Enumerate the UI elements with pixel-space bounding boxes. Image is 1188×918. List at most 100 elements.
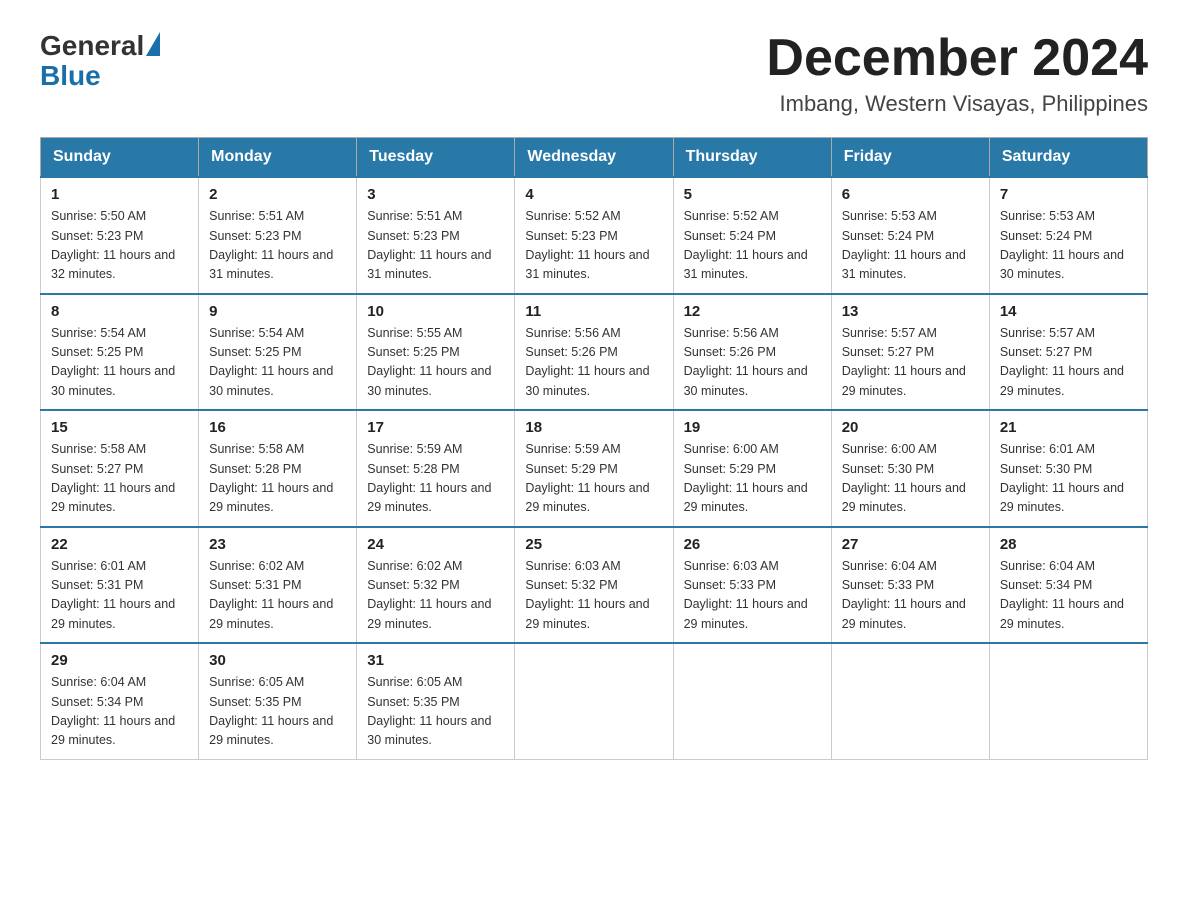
calendar-cell: 15 Sunrise: 5:58 AM Sunset: 5:27 PM Dayl… — [41, 410, 199, 527]
day-number: 3 — [367, 186, 504, 203]
calendar-cell: 27 Sunrise: 6:04 AM Sunset: 5:33 PM Dayl… — [831, 527, 989, 644]
calendar-cell: 14 Sunrise: 5:57 AM Sunset: 5:27 PM Dayl… — [989, 294, 1147, 411]
calendar-cell: 12 Sunrise: 5:56 AM Sunset: 5:26 PM Dayl… — [673, 294, 831, 411]
day-number: 21 — [1000, 419, 1137, 436]
day-info: Sunrise: 5:53 AM Sunset: 5:24 PM Dayligh… — [1000, 207, 1137, 285]
day-number: 27 — [842, 536, 979, 553]
day-info: Sunrise: 6:03 AM Sunset: 5:32 PM Dayligh… — [525, 557, 662, 635]
week-row-4: 22 Sunrise: 6:01 AM Sunset: 5:31 PM Dayl… — [41, 527, 1148, 644]
day-info: Sunrise: 5:57 AM Sunset: 5:27 PM Dayligh… — [842, 324, 979, 402]
col-monday: Monday — [199, 138, 357, 178]
day-number: 11 — [525, 303, 662, 320]
day-info: Sunrise: 5:59 AM Sunset: 5:28 PM Dayligh… — [367, 440, 504, 518]
calendar-cell — [515, 643, 673, 759]
day-number: 16 — [209, 419, 346, 436]
day-info: Sunrise: 5:52 AM Sunset: 5:24 PM Dayligh… — [684, 207, 821, 285]
day-number: 30 — [209, 652, 346, 669]
calendar-cell: 21 Sunrise: 6:01 AM Sunset: 5:30 PM Dayl… — [989, 410, 1147, 527]
calendar-cell: 6 Sunrise: 5:53 AM Sunset: 5:24 PM Dayli… — [831, 177, 989, 294]
day-info: Sunrise: 5:50 AM Sunset: 5:23 PM Dayligh… — [51, 207, 188, 285]
day-info: Sunrise: 5:56 AM Sunset: 5:26 PM Dayligh… — [525, 324, 662, 402]
calendar-cell: 26 Sunrise: 6:03 AM Sunset: 5:33 PM Dayl… — [673, 527, 831, 644]
calendar-cell: 23 Sunrise: 6:02 AM Sunset: 5:31 PM Dayl… — [199, 527, 357, 644]
calendar-cell: 22 Sunrise: 6:01 AM Sunset: 5:31 PM Dayl… — [41, 527, 199, 644]
day-number: 31 — [367, 652, 504, 669]
day-info: Sunrise: 6:01 AM Sunset: 5:31 PM Dayligh… — [51, 557, 188, 635]
day-number: 19 — [684, 419, 821, 436]
day-number: 12 — [684, 303, 821, 320]
day-number: 9 — [209, 303, 346, 320]
calendar-cell: 19 Sunrise: 6:00 AM Sunset: 5:29 PM Dayl… — [673, 410, 831, 527]
calendar-cell: 29 Sunrise: 6:04 AM Sunset: 5:34 PM Dayl… — [41, 643, 199, 759]
day-number: 4 — [525, 186, 662, 203]
location-title: Imbang, Western Visayas, Philippines — [766, 91, 1148, 117]
calendar-cell — [989, 643, 1147, 759]
day-info: Sunrise: 6:04 AM Sunset: 5:34 PM Dayligh… — [51, 673, 188, 751]
calendar-cell: 16 Sunrise: 5:58 AM Sunset: 5:28 PM Dayl… — [199, 410, 357, 527]
col-wednesday: Wednesday — [515, 138, 673, 178]
calendar-cell: 31 Sunrise: 6:05 AM Sunset: 5:35 PM Dayl… — [357, 643, 515, 759]
day-number: 14 — [1000, 303, 1137, 320]
day-number: 25 — [525, 536, 662, 553]
day-number: 20 — [842, 419, 979, 436]
day-number: 7 — [1000, 186, 1137, 203]
day-info: Sunrise: 5:54 AM Sunset: 5:25 PM Dayligh… — [209, 324, 346, 402]
day-info: Sunrise: 6:00 AM Sunset: 5:30 PM Dayligh… — [842, 440, 979, 518]
calendar-cell: 8 Sunrise: 5:54 AM Sunset: 5:25 PM Dayli… — [41, 294, 199, 411]
page-header: General Blue December 2024 Imbang, Weste… — [40, 30, 1148, 117]
col-thursday: Thursday — [673, 138, 831, 178]
day-number: 29 — [51, 652, 188, 669]
day-info: Sunrise: 5:56 AM Sunset: 5:26 PM Dayligh… — [684, 324, 821, 402]
calendar-cell: 7 Sunrise: 5:53 AM Sunset: 5:24 PM Dayli… — [989, 177, 1147, 294]
calendar-table: Sunday Monday Tuesday Wednesday Thursday… — [40, 137, 1148, 760]
calendar-cell: 2 Sunrise: 5:51 AM Sunset: 5:23 PM Dayli… — [199, 177, 357, 294]
day-info: Sunrise: 5:58 AM Sunset: 5:28 PM Dayligh… — [209, 440, 346, 518]
calendar-cell: 13 Sunrise: 5:57 AM Sunset: 5:27 PM Dayl… — [831, 294, 989, 411]
col-saturday: Saturday — [989, 138, 1147, 178]
calendar-cell: 11 Sunrise: 5:56 AM Sunset: 5:26 PM Dayl… — [515, 294, 673, 411]
logo: General Blue — [40, 30, 160, 92]
week-row-1: 1 Sunrise: 5:50 AM Sunset: 5:23 PM Dayli… — [41, 177, 1148, 294]
col-sunday: Sunday — [41, 138, 199, 178]
day-info: Sunrise: 6:04 AM Sunset: 5:33 PM Dayligh… — [842, 557, 979, 635]
day-info: Sunrise: 5:58 AM Sunset: 5:27 PM Dayligh… — [51, 440, 188, 518]
day-info: Sunrise: 5:55 AM Sunset: 5:25 PM Dayligh… — [367, 324, 504, 402]
day-number: 23 — [209, 536, 346, 553]
day-info: Sunrise: 6:05 AM Sunset: 5:35 PM Dayligh… — [367, 673, 504, 751]
day-info: Sunrise: 5:53 AM Sunset: 5:24 PM Dayligh… — [842, 207, 979, 285]
day-number: 5 — [684, 186, 821, 203]
day-info: Sunrise: 6:05 AM Sunset: 5:35 PM Dayligh… — [209, 673, 346, 751]
day-info: Sunrise: 6:00 AM Sunset: 5:29 PM Dayligh… — [684, 440, 821, 518]
calendar-cell: 25 Sunrise: 6:03 AM Sunset: 5:32 PM Dayl… — [515, 527, 673, 644]
calendar-cell: 10 Sunrise: 5:55 AM Sunset: 5:25 PM Dayl… — [357, 294, 515, 411]
calendar-cell: 1 Sunrise: 5:50 AM Sunset: 5:23 PM Dayli… — [41, 177, 199, 294]
day-number: 6 — [842, 186, 979, 203]
day-number: 28 — [1000, 536, 1137, 553]
calendar-cell: 18 Sunrise: 5:59 AM Sunset: 5:29 PM Dayl… — [515, 410, 673, 527]
week-row-2: 8 Sunrise: 5:54 AM Sunset: 5:25 PM Dayli… — [41, 294, 1148, 411]
day-info: Sunrise: 5:52 AM Sunset: 5:23 PM Dayligh… — [525, 207, 662, 285]
col-friday: Friday — [831, 138, 989, 178]
day-number: 10 — [367, 303, 504, 320]
day-number: 22 — [51, 536, 188, 553]
day-info: Sunrise: 5:51 AM Sunset: 5:23 PM Dayligh… — [367, 207, 504, 285]
day-number: 2 — [209, 186, 346, 203]
day-info: Sunrise: 6:03 AM Sunset: 5:33 PM Dayligh… — [684, 557, 821, 635]
calendar-cell: 24 Sunrise: 6:02 AM Sunset: 5:32 PM Dayl… — [357, 527, 515, 644]
day-info: Sunrise: 5:54 AM Sunset: 5:25 PM Dayligh… — [51, 324, 188, 402]
logo-general-text: General — [40, 30, 144, 62]
calendar-cell: 28 Sunrise: 6:04 AM Sunset: 5:34 PM Dayl… — [989, 527, 1147, 644]
col-tuesday: Tuesday — [357, 138, 515, 178]
calendar-cell — [673, 643, 831, 759]
logo-triangle-icon — [146, 32, 160, 56]
calendar-cell: 5 Sunrise: 5:52 AM Sunset: 5:24 PM Dayli… — [673, 177, 831, 294]
day-info: Sunrise: 6:02 AM Sunset: 5:32 PM Dayligh… — [367, 557, 504, 635]
day-info: Sunrise: 5:59 AM Sunset: 5:29 PM Dayligh… — [525, 440, 662, 518]
logo-blue-text: Blue — [40, 60, 101, 92]
day-number: 18 — [525, 419, 662, 436]
month-title: December 2024 — [766, 30, 1148, 87]
calendar-cell: 17 Sunrise: 5:59 AM Sunset: 5:28 PM Dayl… — [357, 410, 515, 527]
day-number: 1 — [51, 186, 188, 203]
day-info: Sunrise: 6:01 AM Sunset: 5:30 PM Dayligh… — [1000, 440, 1137, 518]
calendar-cell — [831, 643, 989, 759]
